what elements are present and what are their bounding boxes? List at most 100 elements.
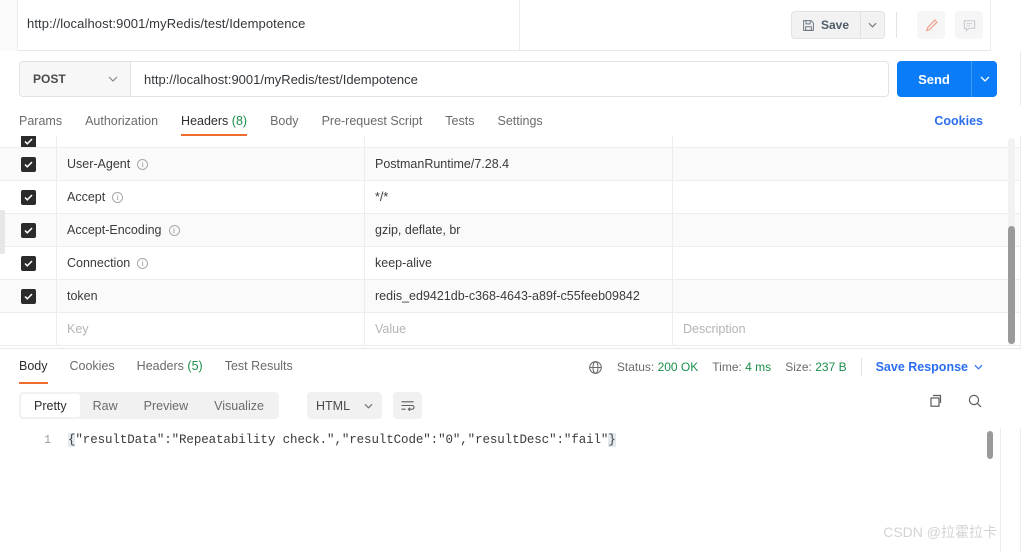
row-checkbox-cell[interactable] [0,181,57,213]
row-description-cell[interactable] [673,136,1021,147]
new-row-key-input[interactable]: Key [57,313,365,345]
topbar-divider [519,0,520,51]
response-format-bar: Pretty Raw Preview Visualize HTML [0,384,1021,428]
row-key-cell[interactable]: token [57,280,365,312]
tab-pre-request-script[interactable]: Pre-request Script [322,106,423,136]
sidebar-resize-handle[interactable] [0,210,5,254]
status-value: 200 OK [657,360,699,374]
save-button[interactable]: Save [790,11,860,39]
save-group: Save [790,11,885,39]
chevron-down-icon [108,76,118,82]
response-body-scrollbar-thumb[interactable] [987,431,993,459]
response-tab-headers[interactable]: Headers (5) [137,349,203,385]
response-language-select[interactable]: HTML [307,392,382,419]
row-description-cell[interactable] [673,181,1021,213]
row-key-cell[interactable]: Accept-Encoding i [57,214,365,246]
save-dropdown-button[interactable] [860,11,885,39]
table-row: Accept i */* [0,181,1021,214]
table-row: User-Agent i PostmanRuntime/7.28.4 [0,148,1021,181]
checkbox-checked[interactable] [20,156,36,172]
response-tab-headers-count: (5) [187,359,203,373]
row-description-cell[interactable] [673,214,1021,246]
table-row: Connection i keep-alive [0,247,1021,280]
info-icon: i [137,158,149,170]
checkbox-checked[interactable] [20,255,36,271]
row-value-cell[interactable]: redis_ed9421db-c368-4643-a89f-c55feeb098… [365,280,673,312]
row-checkbox-cell[interactable] [0,247,57,279]
new-row-description-input[interactable]: Description [673,313,1021,345]
view-mode-visualize[interactable]: Visualize [201,394,277,417]
copy-button[interactable] [929,393,945,409]
search-button[interactable] [967,393,983,409]
response-time: Time: 4 ms [712,360,771,374]
wrap-lines-button[interactable] [393,392,422,419]
save-response-button[interactable]: Save Response [876,360,983,374]
headers-table: User-Agent i PostmanRuntime/7.28.4 Accep… [0,136,1021,348]
tab-body[interactable]: Body [270,106,299,136]
tab-authorization[interactable]: Authorization [85,106,158,136]
checkbox-checked[interactable] [20,189,36,205]
row-key-cell[interactable] [57,136,365,147]
row-key-cell[interactable]: Accept i [57,181,365,213]
cookies-link[interactable]: Cookies [934,114,983,128]
row-description-cell[interactable] [673,280,1021,312]
row-value-cell[interactable]: keep-alive [365,247,673,279]
url-input[interactable]: http://localhost:9001/myRedis/test/Idemp… [131,62,888,96]
headers-table-scrollbar[interactable] [1008,138,1015,346]
response-tab-body[interactable]: Body [19,349,48,385]
chevron-down-icon [364,403,373,409]
save-response-label: Save Response [875,360,968,374]
topbar-right-rail [990,0,1021,51]
floppy-disk-icon [802,19,815,32]
tab-tests[interactable]: Tests [445,106,474,136]
row-value-cell[interactable]: PostmanRuntime/7.28.4 [365,148,673,180]
table-row-new: Key Value Description [0,313,1021,346]
row-key-text: token [67,289,98,303]
row-checkbox-cell[interactable] [0,136,57,147]
row-checkbox-cell[interactable] [0,280,57,312]
close-brace: } [608,433,616,447]
row-value-cell[interactable]: gzip, deflate, br [365,214,673,246]
top-bar: http://localhost:9001/myRedis/test/Idemp… [0,0,1021,51]
tab-settings[interactable]: Settings [497,106,542,136]
info-icon: i [112,191,124,203]
view-mode-pretty[interactable]: Pretty [21,394,80,417]
send-button[interactable]: Send [897,61,971,97]
response-tabs-bar: Body Cookies Headers (5) Test Results St… [0,348,1021,384]
tab-params[interactable]: Params [19,106,62,136]
size-value: 237 B [815,360,847,374]
row-key-cell[interactable]: User-Agent i [57,148,365,180]
copy-icon [929,393,945,409]
response-language-value: HTML [316,398,351,413]
response-tab-cookies[interactable]: Cookies [70,349,115,385]
row-value-cell[interactable] [365,136,673,147]
send-dropdown-button[interactable] [971,61,997,97]
row-description-cell[interactable] [673,148,1021,180]
new-row-value-input[interactable]: Value [365,313,673,345]
view-mode-raw[interactable]: Raw [80,394,131,417]
row-checkbox-cell[interactable] [0,313,57,345]
status-divider [860,358,862,376]
documentation-button[interactable] [917,11,945,39]
row-key-cell[interactable]: Connection i [57,247,365,279]
time-value: 4 ms [745,360,772,374]
checkbox-checked[interactable] [20,222,36,238]
scrollbar-thumb[interactable] [1008,226,1015,344]
http-method-select[interactable]: POST [20,62,131,96]
info-icon: i [137,257,149,269]
response-body-line[interactable]: {"resultData":"Repeatability check.","re… [68,433,616,447]
row-description-cell[interactable] [673,247,1021,279]
response-status-bar: Status: 200 OK Time: 4 ms Size: 237 B Sa… [588,349,983,385]
chevron-down-icon [868,22,877,28]
checkbox-checked[interactable] [20,288,36,304]
tab-headers[interactable]: Headers (8) [181,106,248,136]
row-checkbox-cell[interactable] [0,214,57,246]
row-checkbox-cell[interactable] [0,148,57,180]
response-tab-test-results[interactable]: Test Results [225,349,293,385]
response-body-viewer: 1 {"resultData":"Repeatability check.","… [0,428,1021,552]
row-value-cell[interactable]: */* [365,181,673,213]
view-mode-preview[interactable]: Preview [131,394,201,417]
method-url-group: POST http://localhost:9001/myRedis/test/… [19,61,889,97]
comments-button[interactable] [955,11,983,39]
checkbox-checked[interactable] [20,136,36,147]
